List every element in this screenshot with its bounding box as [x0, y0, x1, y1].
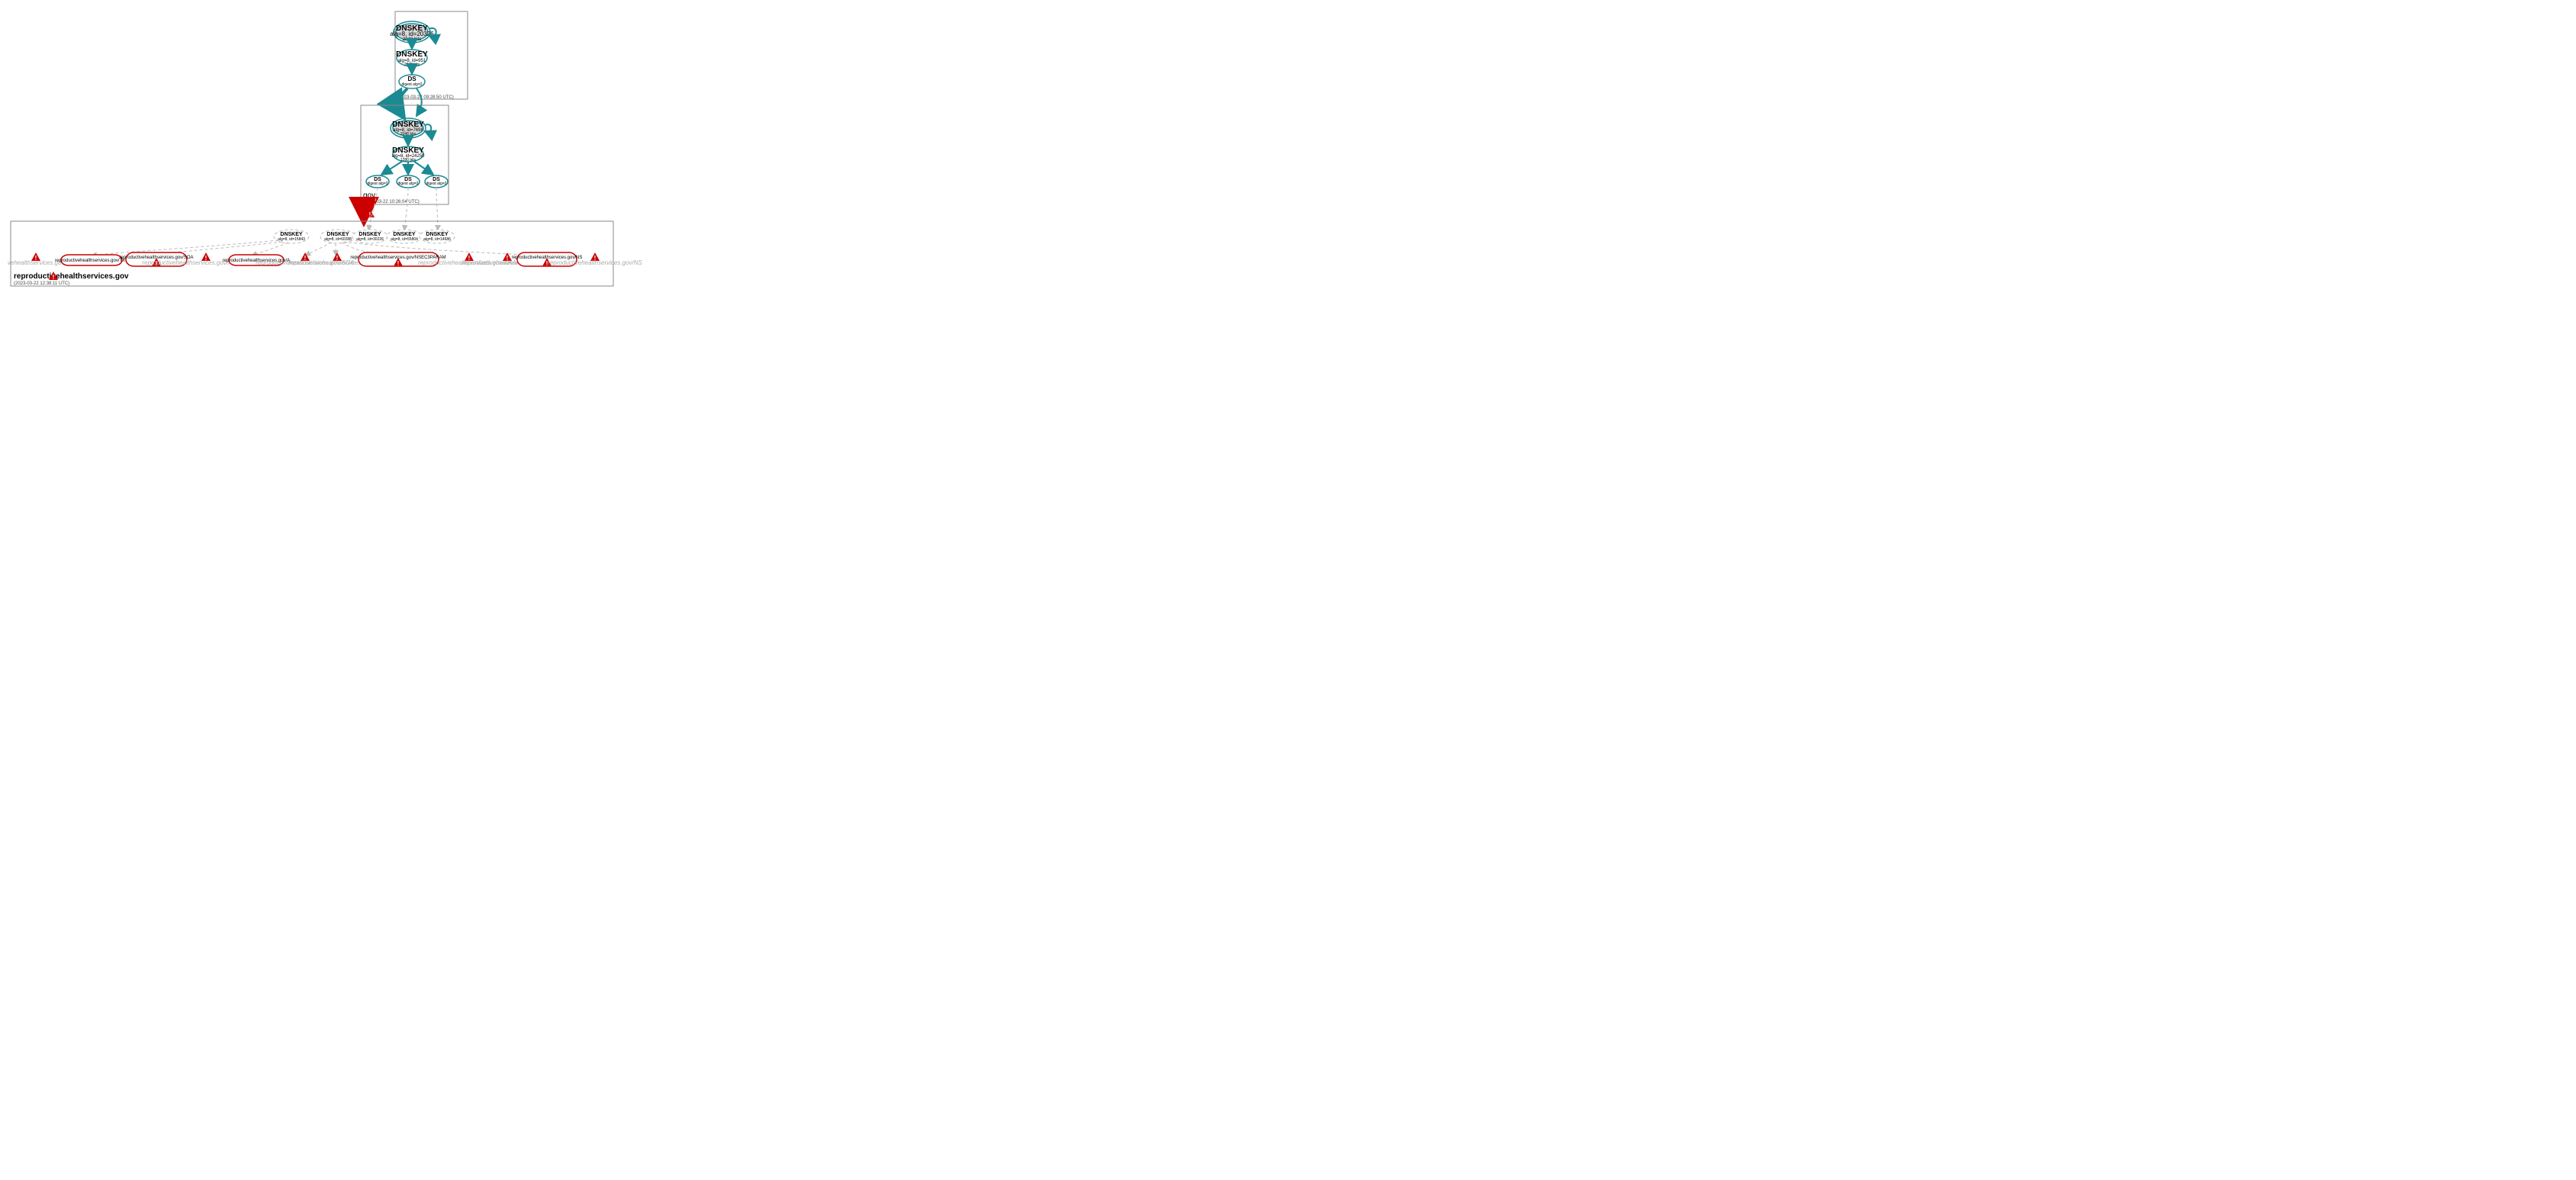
domain-dnskey-3-type: DNSKEY [393, 232, 416, 237]
gov-zone-ts: (2023-03-22 10:26:04 UTC) [363, 200, 420, 204]
domain-zone-title: reproductivehealthservices.gov [14, 272, 129, 281]
root-ksk-node: DNSKEY alg=8, id=20326 2048 bits [390, 21, 434, 43]
root-ds-detail: digest alg=2 [401, 82, 422, 87]
gov-ds3-node: DS digest alg=2 [425, 175, 448, 188]
domain-dnskey-2: DNSKEY alg=8, id=30226 [352, 230, 388, 243]
gov-zone-title: gov [363, 191, 375, 200]
root-zone-ts: (2023-03-22 09:28:50 UTC) [397, 95, 454, 100]
root-ksk-detail: alg=8, id=20326 [390, 31, 434, 37]
rrset-txt-bogus: reproductivehealthservices.gov/TXT [55, 255, 128, 265]
gov-ds2-detail: digest alg=2 [397, 182, 418, 186]
domain-dnskey-3: DNSKEY alg=8, id=55804 [387, 230, 422, 243]
zone-gov: DNSKEY alg=8, id=7698 2048 bits DNSKEY a… [361, 105, 449, 204]
root-ksk-bits: 2048 bits [403, 37, 421, 42]
domain-dnskey-4: DNSKEY alg=8, id=14686 [420, 230, 455, 243]
root-zsk-node: DNSKEY alg=8, id=951 2048 bits [396, 50, 428, 67]
gov-zsk-node: DNSKEY alg=8, id=24250 1280 bits [391, 146, 425, 162]
domain-dnskey-0-type: DNSKEY [280, 232, 303, 237]
root-ds-node: DS digest alg=2 [399, 75, 425, 88]
domain-dnskey-0: DNSKEY alg=8, id=15843 [274, 230, 309, 243]
zone-domain: DNSKEY alg=8, id=15843 DNSKEY alg=8, id=… [8, 221, 642, 286]
gov-ksk-node: DNSKEY alg=8, id=7698 2048 bits [391, 118, 426, 138]
root-ds-type: DS [407, 76, 416, 82]
zone-root: DNSKEY alg=8, id=20326 2048 bits DNSKEY … [390, 11, 468, 100]
domain-dnskey-1-detail: alg=8, id=60288 [324, 237, 352, 242]
domain-dnskey-2-type: DNSKEY [359, 232, 381, 237]
domain-zone-ts: (2023-03-22 12:38:11 UTC) [14, 281, 69, 286]
domain-dnskey-1-type: DNSKEY [326, 232, 349, 237]
domain-dnskey-0-detail: alg=8, id=15843 [278, 237, 305, 242]
gov-ds3-detail: digest alg=2 [426, 182, 446, 186]
domain-dnskey-3-detail: alg=8, id=55804 [391, 237, 418, 242]
root-zsk-type: DNSKEY [396, 50, 428, 59]
domain-dnskey-4-type: DNSKEY [426, 232, 449, 237]
gov-ds2-node: DS digest alg=2 [397, 175, 420, 188]
domain-dnskey-4-detail: alg=8, id=14686 [423, 237, 451, 242]
dnssec-diagram: ! DNSKEY alg=8, id=20326 2048 bits DNSKE… [8, 8, 1295, 598]
gov-ksk-bits: 2048 bits [400, 132, 416, 137]
faded-rrset-ns: reproductivehealthservices.gov/NS [548, 259, 642, 266]
rrset-txt-label: reproductivehealthservices.gov/TXT [55, 259, 128, 263]
gov-ds1-detail: digest alg=2 [367, 182, 388, 186]
domain-dnskey-2-detail: alg=8, id=30226 [356, 237, 384, 242]
gov-ds1-node: DS digest alg=2 [366, 175, 389, 188]
domain-dnskey-1: DNSKEY alg=8, id=60288 [320, 230, 355, 243]
